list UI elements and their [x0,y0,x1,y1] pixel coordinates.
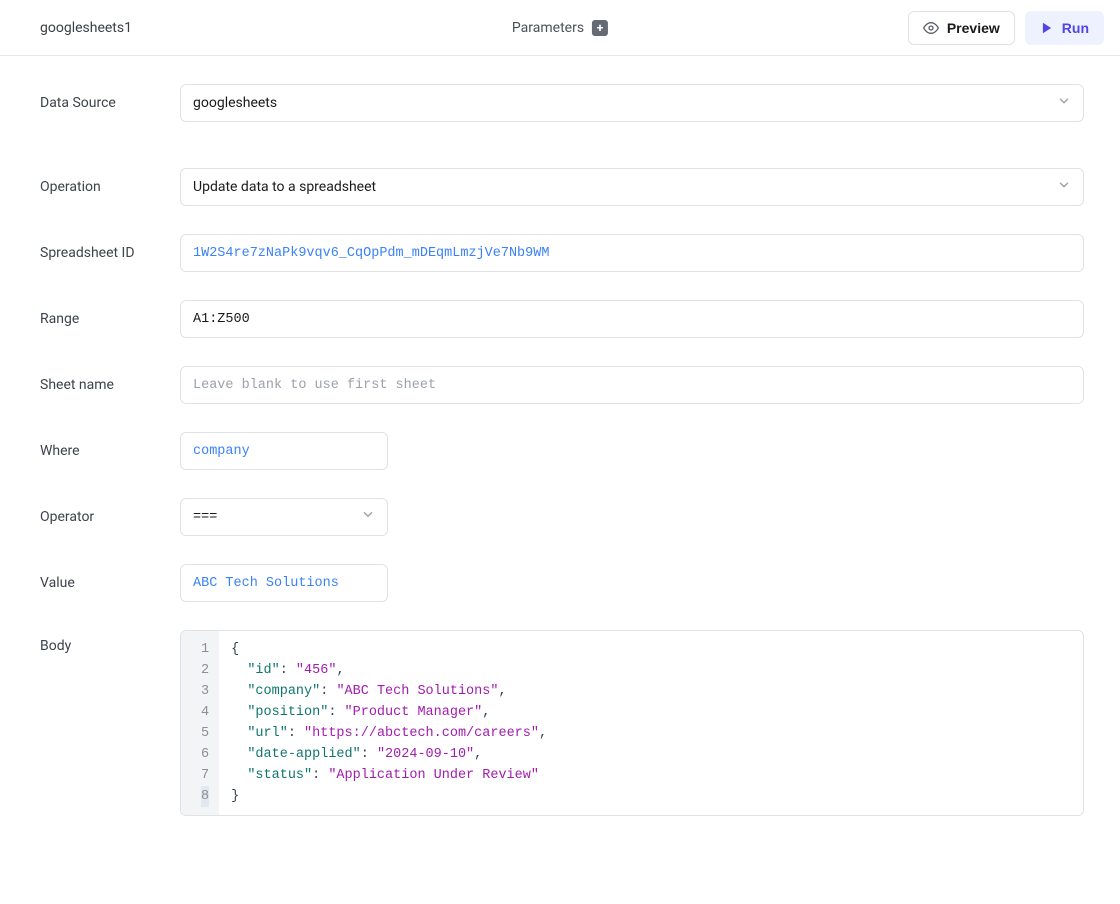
spreadsheet-id-input[interactable]: 1W2S4re7zNaPk9vqv6_CqOpPdm_mDEqmLmzjVe7N… [180,234,1084,272]
operator-value: === [193,510,217,525]
value-field-value: ABC Tech Solutions [193,576,339,591]
label-operation: Operation [40,179,180,195]
row-body: Body 12345678 { "id": "456", "company": … [40,630,1084,816]
data-source-value: googlesheets [193,95,277,111]
row-sheet-name: Sheet name Leave blank to use first shee… [40,366,1084,404]
form-body: Data Source googlesheets Operation Updat… [0,56,1120,904]
where-input[interactable]: company [180,432,388,470]
row-operator: Operator === [40,498,1084,536]
sheet-name-input[interactable]: Leave blank to use first sheet [180,366,1084,404]
label-where: Where [40,443,180,459]
label-sheet-name: Sheet name [40,377,180,393]
row-where: Where company [40,432,1084,470]
parameters-label: Parameters [512,20,584,36]
row-value: Value ABC Tech Solutions [40,564,1084,602]
code-gutter: 12345678 [181,631,219,815]
row-range: Range A1:Z500 [40,300,1084,338]
operation-value: Update data to a spreadsheet [193,179,376,195]
add-parameter-icon[interactable]: + [592,20,608,36]
header-bar: googlesheets1 Parameters + Preview Run [0,0,1120,56]
eye-icon [923,20,939,36]
spreadsheet-id-value: 1W2S4re7zNaPk9vqv6_CqOpPdm_mDEqmLmzjVe7N… [193,246,549,261]
preview-label: Preview [947,20,1000,36]
row-data-source: Data Source googlesheets [40,84,1084,122]
value-input[interactable]: ABC Tech Solutions [180,564,388,602]
label-operator: Operator [40,509,180,525]
run-label: Run [1062,20,1089,36]
data-source-select[interactable]: googlesheets [180,84,1084,122]
play-icon [1040,21,1054,35]
row-operation: Operation Update data to a spreadsheet [40,168,1084,206]
label-spreadsheet-id: Spreadsheet ID [40,245,180,261]
label-body: Body [40,630,180,654]
chevron-down-icon [361,508,375,527]
row-spreadsheet-id: Spreadsheet ID 1W2S4re7zNaPk9vqv6_CqOpPd… [40,234,1084,272]
where-value: company [193,444,250,459]
operation-select[interactable]: Update data to a spreadsheet [180,168,1084,206]
run-button[interactable]: Run [1025,11,1104,45]
header-actions: Preview Run [908,11,1104,45]
sheet-name-placeholder: Leave blank to use first sheet [193,378,436,393]
range-input[interactable]: A1:Z500 [180,300,1084,338]
label-range: Range [40,311,180,327]
body-code-editor[interactable]: 12345678 { "id": "456", "company": "ABC … [180,630,1084,816]
chevron-down-icon [1057,178,1071,196]
preview-button[interactable]: Preview [908,11,1015,45]
range-value: A1:Z500 [193,312,250,327]
operator-select[interactable]: === [180,498,388,536]
label-data-source: Data Source [40,95,180,111]
label-value: Value [40,575,180,591]
node-title: googlesheets1 [16,20,132,36]
chevron-down-icon [1057,94,1071,112]
code-body: { "id": "456", "company": "ABC Tech Solu… [219,631,1083,815]
header-center: Parameters + [512,20,608,36]
